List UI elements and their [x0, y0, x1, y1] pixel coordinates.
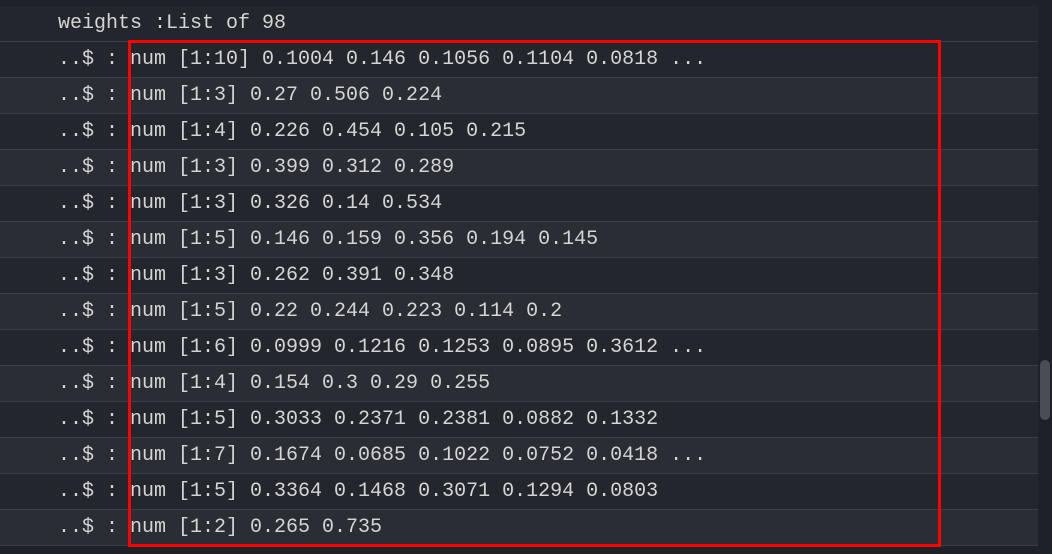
list-item-prefix: ..$ :	[46, 264, 130, 287]
list-item-content: num [1:2] 0.265 0.735	[130, 516, 382, 539]
list-item-prefix: ..$ :	[46, 300, 130, 323]
list-item-prefix: ..$ :	[46, 444, 130, 467]
list-item-content: num [1:3] 0.399 0.312 0.289	[130, 156, 454, 179]
list-item-prefix: ..$ :	[46, 192, 130, 215]
list-item: ..$ : num [1:4] 0.226 0.454 0.105 0.215	[0, 114, 1052, 150]
list-item: ..$ : num [1:2] 0.265 0.735	[0, 510, 1052, 546]
scrollbar-thumb[interactable]	[1040, 360, 1050, 420]
list-item-content: num [1:5] 0.146 0.159 0.356 0.194 0.145	[130, 228, 598, 251]
list-item: ..$ : num [1:3] 0.326 0.14 0.534	[0, 186, 1052, 222]
list-item: ..$ : num [1:4] 0.154 0.3 0.29 0.255	[0, 366, 1052, 402]
list-item-prefix: ..$ :	[46, 84, 130, 107]
list-item-content: num [1:7] 0.1674 0.0685 0.1022 0.0752 0.…	[130, 444, 706, 467]
list-item-prefix: ..$ :	[46, 480, 130, 503]
list-item: ..$ : num [1:5] 0.3364 0.1468 0.3071 0.1…	[0, 474, 1052, 510]
list-item-content: num [1:5] 0.22 0.244 0.223 0.114 0.2	[130, 300, 562, 323]
list-item-prefix: ..$ :	[46, 336, 130, 359]
list-item-prefix: ..$ :	[46, 48, 130, 71]
list-item: ..$ : num [1:3] 0.262 0.391 0.348	[0, 258, 1052, 294]
list-item-prefix: ..$ :	[46, 120, 130, 143]
list-item: ..$ : num [1:5] 0.22 0.244 0.223 0.114 0…	[0, 294, 1052, 330]
list-item-content: num [1:3] 0.326 0.14 0.534	[130, 192, 442, 215]
list-item-prefix: ..$ :	[46, 408, 130, 431]
list-item-content: num [1:4] 0.154 0.3 0.29 0.255	[130, 372, 490, 395]
list-item-prefix: ..$ :	[46, 372, 130, 395]
list-item-content: num [1:4] 0.226 0.454 0.105 0.215	[130, 120, 526, 143]
list-item: ..$ : num [1:5] 0.146 0.159 0.356 0.194 …	[0, 222, 1052, 258]
console-output: weights :List of 98 ..$ : num [1:10] 0.1…	[0, 0, 1052, 546]
list-item-prefix: ..$ :	[46, 228, 130, 251]
list-item-content: num [1:10] 0.1004 0.146 0.1056 0.1104 0.…	[130, 48, 706, 71]
list-item-content: num [1:5] 0.3364 0.1468 0.3071 0.1294 0.…	[130, 480, 658, 503]
list-item: ..$ : num [1:5] 0.3033 0.2371 0.2381 0.0…	[0, 402, 1052, 438]
list-item-prefix: ..$ :	[46, 516, 130, 539]
list-item: ..$ : num [1:7] 0.1674 0.0685 0.1022 0.0…	[0, 438, 1052, 474]
list-item-content: num [1:5] 0.3033 0.2371 0.2381 0.0882 0.…	[130, 408, 658, 431]
list-item: ..$ : num [1:6] 0.0999 0.1216 0.1253 0.0…	[0, 330, 1052, 366]
list-header: weights :List of 98	[0, 6, 1052, 42]
list-item-prefix: ..$ :	[46, 156, 130, 179]
list-item-content: num [1:3] 0.27 0.506 0.224	[130, 84, 442, 107]
list-item: ..$ : num [1:3] 0.399 0.312 0.289	[0, 150, 1052, 186]
list-item-content: num [1:3] 0.262 0.391 0.348	[130, 264, 454, 287]
list-item: ..$ : num [1:3] 0.27 0.506 0.224	[0, 78, 1052, 114]
list-item-content: num [1:6] 0.0999 0.1216 0.1253 0.0895 0.…	[130, 336, 706, 359]
scrollbar-track[interactable]	[1038, 0, 1052, 554]
list-item: ..$ : num [1:10] 0.1004 0.146 0.1056 0.1…	[0, 42, 1052, 78]
